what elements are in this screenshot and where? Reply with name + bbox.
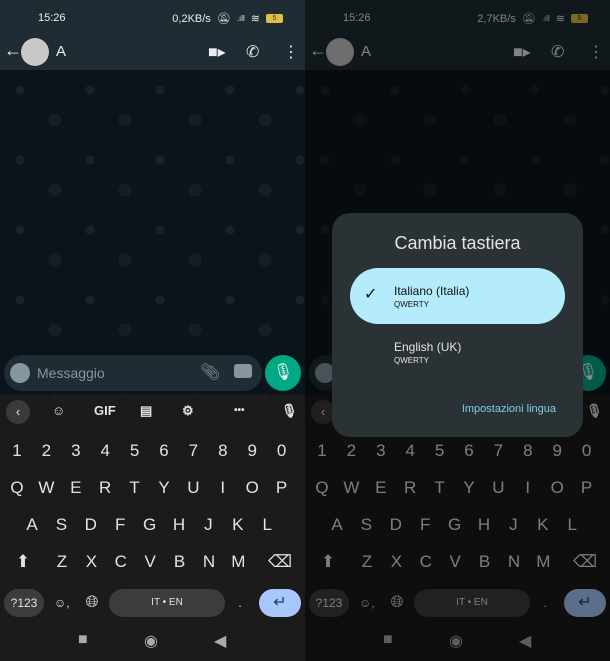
option-label: English (UK) [394,340,462,354]
status-icons: 0,2KB/s 🔕︎ .ıll ≋ 5 [172,12,283,25]
key[interactable]: S [46,507,76,543]
period-key[interactable]: . [233,589,247,617]
message-placeholder: Messaggio [37,365,105,381]
keyboard-bottom-row: ?123 ☺, 🌐︎ IT • EN. ↵ [0,585,305,621]
key[interactable]: 4 [90,433,120,469]
phone-icon[interactable]: ✆ [246,42,259,62]
key[interactable]: F [105,507,135,543]
key[interactable]: 6 [149,433,179,469]
key[interactable]: Q [2,470,32,506]
emoji-icon[interactable] [10,363,30,383]
key[interactable]: 7 [178,433,208,469]
home-button[interactable]: ◉ [144,631,158,651]
keyboard-option[interactable]: English (UK) QWERTY [350,324,565,380]
key[interactable]: Y [149,470,179,506]
key[interactable]: P [267,470,297,506]
key[interactable]: Z [47,544,77,580]
option-layout: QWERTY [394,356,429,365]
signal-icon: .ıll [236,14,245,23]
chat-background [0,70,305,395]
avatar[interactable] [21,38,49,66]
key[interactable]: 3 [61,433,91,469]
chat-header: ← A ■▸ ✆ ⋮ [0,35,305,70]
wifi-icon: ≋ [250,13,260,25]
key[interactable]: G [135,507,165,543]
screen-before: 15:26 0,2KB/s 🔕︎ .ıll ≋ 5 ← A ■▸ ✆ ⋮ Messaggio 📎︎ 🎙︎ ‹… [0,0,305,661]
key[interactable]: J [193,507,223,543]
space-bar[interactable]: IT • EN [109,589,225,617]
shift-key[interactable]: ⬆ [9,544,37,580]
video-call-icon[interactable]: ■▸ [208,42,226,62]
more-button[interactable]: ••• [234,405,245,416]
battery-icon: 5 [266,14,283,23]
sticker-icon[interactable]: ☺ [52,403,65,418]
change-keyboard-dialog: Cambia tastiera ✓ Italiano (Italia) QWERTY E… [332,213,583,437]
keyboard-row-row2: ASDFGHJKL [0,507,305,543]
key[interactable]: 8 [208,433,238,469]
key[interactable]: A [17,507,47,543]
keyboard: ‹☺GIF▤⚙•••🎙︎1234567890QWERTYUIOPASDFGHJK… [0,395,305,661]
symbols-key[interactable]: ?123 [4,589,44,617]
mute-icon: 🔕︎ [216,13,231,25]
language-globe-icon[interactable]: 🌐︎ [80,589,104,617]
key[interactable]: V [135,544,165,580]
message-input[interactable]: Messaggio 📎︎ [4,355,262,391]
key[interactable]: L [252,507,282,543]
keyboard-row-row3: Z X C V B N M ⬆ ⌫ [0,544,305,580]
back-button[interactable]: ← [4,40,22,61]
keyboard-toolbar: ‹ ☺ GIF ▤ ⚙ ••• 🎙︎ [0,395,305,427]
key[interactable]: B [165,544,195,580]
voice-message-button[interactable]: 🎙︎ [265,355,301,391]
keyboard-row-row1: QWERTYUIOP [0,470,305,506]
backspace-key[interactable]: ⌫ [264,544,296,580]
enter-key[interactable]: ↵ [259,589,301,617]
language-settings-link[interactable]: Impostazioni lingua [462,403,556,415]
screen-keyboard-switcher: 15:262,7KB/s🔕︎.ıll≋5←A■▸✆⋮Messaggio📎︎🎙︎‹… [305,0,610,661]
recents-button[interactable]: ■ [78,631,88,649]
key[interactable]: N [194,544,224,580]
attach-icon[interactable]: 📎︎ [200,362,220,382]
emoji-key[interactable]: ☺, [54,589,70,617]
keyboard-mic-icon[interactable]: 🎙︎ [281,403,298,419]
status-bar: 15:26 0,2KB/s 🔕︎ .ıll ≋ 5 [0,0,305,35]
key[interactable]: D [76,507,106,543]
key[interactable]: 2 [31,433,61,469]
key[interactable]: O [237,470,267,506]
key[interactable]: W [31,470,61,506]
key[interactable]: R [90,470,120,506]
key[interactable]: X [76,544,106,580]
navigation-bar: ■ ◉ ◀ [0,623,305,661]
collapse-toolbar-button[interactable]: ‹ [6,400,30,424]
network-speed: 0,2KB/s [172,12,211,25]
key[interactable]: E [61,470,91,506]
key[interactable]: C [106,544,136,580]
option-label: Italiano (Italia) [394,284,470,298]
keyboard-row-numbers: 1234567890 [0,433,305,469]
settings-icon[interactable]: ⚙ [182,403,194,419]
dialog-title: Cambia tastiera [394,233,521,253]
check-icon: ✓ [364,286,378,303]
key[interactable]: I [208,470,238,506]
key[interactable]: 5 [120,433,150,469]
key[interactable]: M [223,544,253,580]
key[interactable]: K [223,507,253,543]
more-options-icon[interactable]: ⋮ [283,42,299,62]
key[interactable]: H [164,507,194,543]
clipboard-icon[interactable]: ▤ [140,403,152,419]
option-layout: QWERTY [394,300,429,309]
status-time: 15:26 [38,12,66,24]
key[interactable]: 0 [267,433,297,469]
gif-button[interactable]: GIF [94,403,116,418]
key[interactable]: 9 [237,433,267,469]
keyboard-option[interactable]: ✓ Italiano (Italia) QWERTY [350,268,565,324]
back-nav-button[interactable]: ◀ [214,631,226,651]
key[interactable]: U [178,470,208,506]
camera-icon[interactable] [234,364,252,378]
contact-name[interactable]: A [56,43,66,60]
key[interactable]: 1 [2,433,32,469]
key[interactable]: T [120,470,150,506]
